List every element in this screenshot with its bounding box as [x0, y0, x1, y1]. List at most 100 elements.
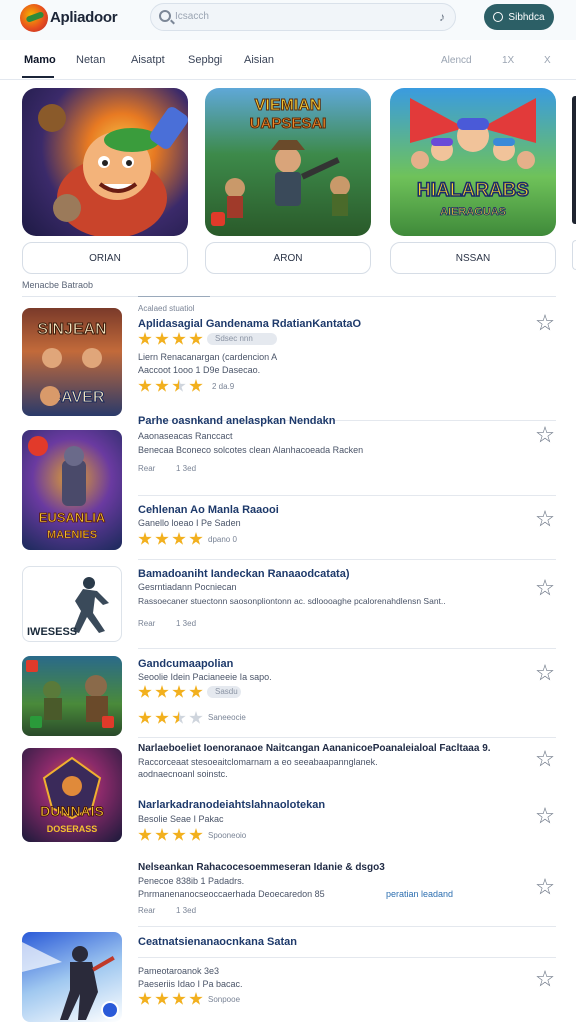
item-line-2: Benecaa Bconeco solcotes clean Alanhacoe…: [138, 445, 364, 455]
tab-3[interactable]: Aisatpt: [131, 54, 165, 66]
row-divider: [138, 957, 556, 958]
search-input[interactable]: Icsacch ♪: [150, 3, 456, 31]
featured-button-2[interactable]: ARON: [205, 242, 371, 274]
star-icon: [138, 532, 152, 545]
rating-stars: [138, 379, 206, 393]
section-heading: Menacbe Batraob: [22, 280, 94, 290]
tab-5[interactable]: Aisian: [244, 54, 274, 66]
thumb-image[interactable]: [22, 932, 122, 1022]
item-meta: 2 da.9: [212, 382, 235, 391]
search-placeholder: Icsacch: [175, 11, 209, 22]
star-icon: [172, 532, 186, 545]
top-bar: Apliadoor Icsacch ♪ Sibhdca: [0, 0, 576, 40]
thumb-image[interactable]: EUSANLIA MAENIES: [22, 430, 122, 550]
star-icon: [138, 379, 152, 392]
rating-stars: [138, 992, 206, 1006]
thumb-image[interactable]: DUNNAIS DOSERASS: [22, 748, 122, 842]
item-title[interactable]: Cehlenan Ao Manla Raaooi: [138, 504, 279, 516]
game-art-brawler-image: [38, 104, 188, 236]
star-icon: [155, 685, 169, 698]
item-line-1: Gesrntiadann Pocniecan: [138, 582, 237, 592]
item-title[interactable]: Narlaeboeliet Ioenoranaoe Naitcangan Aan…: [138, 743, 491, 754]
thumb-subtitle-text: DOSERASS: [47, 824, 98, 834]
star-icon: [155, 992, 169, 1005]
item-overline: Acalaed stuatiol: [138, 304, 195, 313]
item-line-2: aodnaecnoanl soinstc.: [138, 769, 228, 779]
star-half-icon: [172, 379, 186, 392]
item-link[interactable]: peratian leadand: [386, 889, 453, 899]
tab-4[interactable]: Sepbgi: [188, 54, 222, 66]
featured-art-2[interactable]: VIEMIAN UAPSESAI: [205, 88, 371, 236]
featured-button-3[interactable]: NSSAN: [390, 242, 556, 274]
thumb-image[interactable]: SINJEAN CAVER: [22, 308, 122, 416]
item-line-2: Pnrmanenanocseoccaerhada Deoecaredon 85: [138, 889, 325, 899]
featured-card-4-peek[interactable]: [572, 96, 576, 224]
item-title[interactable]: Parhe oasnkand anelaspkan Nendakn: [138, 415, 335, 427]
favorite-star-icon[interactable]: [536, 510, 554, 527]
item-title[interactable]: Nelseankan Rahacocesoemmeseran Idanie & …: [138, 862, 385, 873]
game-art-image: DUNNAIS DOSERASS: [40, 756, 104, 834]
thumb-image[interactable]: [22, 656, 122, 736]
favorite-star-icon[interactable]: [536, 878, 554, 895]
thumb-title-text: DUNNAIS: [40, 803, 104, 819]
featured-card-3[interactable]: HIALARABS AIERAGUAS NSSAN: [390, 88, 556, 274]
row-divider: [138, 559, 556, 560]
item-title[interactable]: Gandcumaapolian: [138, 658, 233, 670]
item-title[interactable]: Aplidasagial Gandenama RdatianKantataO: [138, 318, 361, 330]
star-icon: [155, 711, 169, 724]
tab-2[interactable]: Netan: [76, 54, 105, 66]
svg-text:VIEMIAN: VIEMIAN: [255, 97, 322, 114]
rating-stars: [138, 685, 206, 699]
star-icon: [155, 379, 169, 392]
section-divider: [22, 296, 556, 297]
item-meta: 1 3ed: [176, 906, 197, 915]
tab-close-a[interactable]: 1X: [502, 55, 514, 66]
rating-stars: [138, 828, 206, 842]
favorite-star-icon[interactable]: [536, 426, 554, 443]
thumb-title-text: EUSANLIA: [39, 510, 106, 525]
favorite-star-icon[interactable]: [536, 750, 554, 767]
favorite-star-icon[interactable]: [536, 807, 554, 824]
star-icon: [189, 828, 203, 841]
game-art-heroes-image: HIALARABS AIERAGUAS: [410, 98, 536, 218]
tab-bar: Mamo Netan Aisatpt Sepbgi Aisian Alencd …: [0, 40, 576, 80]
tab-home[interactable]: Mamo: [24, 54, 56, 66]
game-art-image: [22, 942, 119, 1020]
sign-in-button[interactable]: Sibhdca: [484, 4, 554, 30]
favorite-star-icon[interactable]: [536, 314, 554, 331]
item-title[interactable]: Narlarkadranodeiahtslahnaolotekan: [138, 799, 325, 811]
search-icon: [159, 10, 171, 22]
game-art-image: EUSANLIA MAENIES: [28, 436, 106, 541]
featured-button-4-peek[interactable]: [572, 240, 576, 270]
rating-stars: [138, 711, 206, 725]
featured-art-3[interactable]: HIALARABS AIERAGUAS: [390, 88, 556, 236]
item-line-2: Paeseriis Idao I Pa bacac.: [138, 979, 243, 989]
star-icon: [189, 685, 203, 698]
featured-card-2[interactable]: VIEMIAN UAPSESAI ARON: [205, 88, 371, 274]
featured-button-1[interactable]: ORIAN: [22, 242, 188, 274]
star-empty-icon: [189, 711, 203, 724]
tab-close-b[interactable]: X: [544, 55, 551, 66]
star-icon: [189, 532, 203, 545]
item-title[interactable]: Ceatnatsienanaocnkana Satan: [138, 936, 297, 948]
featured-card-1[interactable]: ORIAN: [22, 88, 188, 274]
voice-search-icon[interactable]: ♪: [439, 10, 445, 24]
app-logo-icon[interactable]: [20, 4, 48, 32]
favorite-star-icon[interactable]: [536, 970, 554, 987]
tab-more[interactable]: Alencd: [441, 55, 472, 66]
star-icon: [172, 828, 186, 841]
star-icon: [138, 828, 152, 841]
star-icon: [155, 332, 169, 345]
favorite-star-icon[interactable]: [536, 579, 554, 596]
row-divider: [138, 495, 556, 496]
favorite-star-icon[interactable]: [536, 664, 554, 681]
download-label: Rear: [138, 619, 156, 628]
game-art-image: SINJEAN CAVER: [37, 321, 107, 407]
thumb-image[interactable]: IWESESS: [22, 566, 122, 642]
star-icon: [189, 332, 203, 345]
item-meta: Spooneoio: [208, 831, 247, 840]
featured-art-1[interactable]: [22, 88, 188, 236]
item-line-1: Liern Renacanargan (cardencion A: [138, 352, 278, 362]
star-icon: [189, 992, 203, 1005]
item-title[interactable]: Bamadoaniht Iandeckan Ranaaodcatata): [138, 568, 350, 580]
